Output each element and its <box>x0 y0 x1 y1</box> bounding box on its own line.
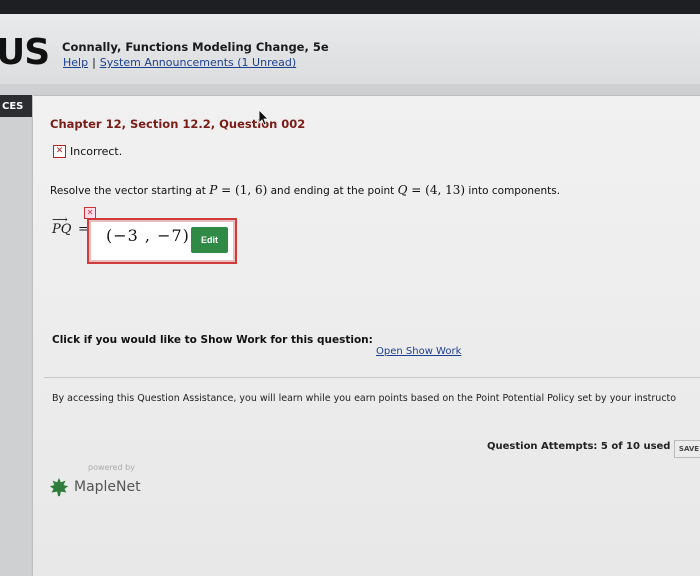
point-p-value: (1, 6) <box>235 183 268 197</box>
announcements-link[interactable]: System Announcements (1 Unread) <box>100 56 296 69</box>
divider <box>44 377 700 378</box>
q-equals: = <box>407 183 426 197</box>
vector-arrow-icon: ⟶ <box>52 213 68 226</box>
question-attempts: Question Attempts: 5 of 10 used <box>487 441 671 452</box>
maplenet-logo: MapleNet <box>48 476 141 498</box>
prompt-mid: and ending at the point <box>267 185 398 197</box>
save-button[interactable]: SAVE <box>674 440 700 458</box>
assistance-notice: By accessing this Question Assistance, y… <box>52 393 677 404</box>
vector-label: ⟶ PQ <box>52 213 71 237</box>
show-work-prompt: Click if you would like to Show Work for… <box>52 334 373 346</box>
mouse-cursor-icon <box>258 109 269 126</box>
help-link[interactable]: Help <box>63 56 88 69</box>
app-header: US Connally, Functions Modeling Change, … <box>0 14 700 84</box>
point-q-value: (4, 13) <box>425 183 466 197</box>
point-q: Q <box>397 183 408 197</box>
top-strip <box>0 0 700 14</box>
link-separator: | <box>92 56 96 69</box>
edit-button[interactable]: Edit <box>191 227 228 253</box>
error-marker-icon: ✕ <box>84 207 96 219</box>
prompt-prefix: Resolve the vector starting at <box>50 185 210 197</box>
status-message: ✕ Incorrect. <box>53 145 122 158</box>
prompt-suffix: into components. <box>465 185 561 197</box>
p-equals: = <box>217 183 236 197</box>
powered-by-text: powered by <box>88 463 135 472</box>
book-title: Connally, Functions Modeling Change, 5e <box>62 40 329 54</box>
maplenet-brand: MapleNet <box>74 479 141 495</box>
site-logo: US <box>0 32 50 73</box>
open-show-work-link[interactable]: Open Show Work <box>376 346 461 357</box>
maple-leaf-icon <box>49 477 69 497</box>
header-links: Help | System Announcements (1 Unread) <box>63 56 296 69</box>
status-text: Incorrect. <box>70 145 123 158</box>
incorrect-icon: ✕ <box>53 145 66 158</box>
question-prompt: Resolve the vector starting at P = (1, 6… <box>50 183 560 197</box>
answer-value: (−3 , −7) <box>106 226 190 245</box>
side-tab[interactable]: CES <box>0 95 32 117</box>
